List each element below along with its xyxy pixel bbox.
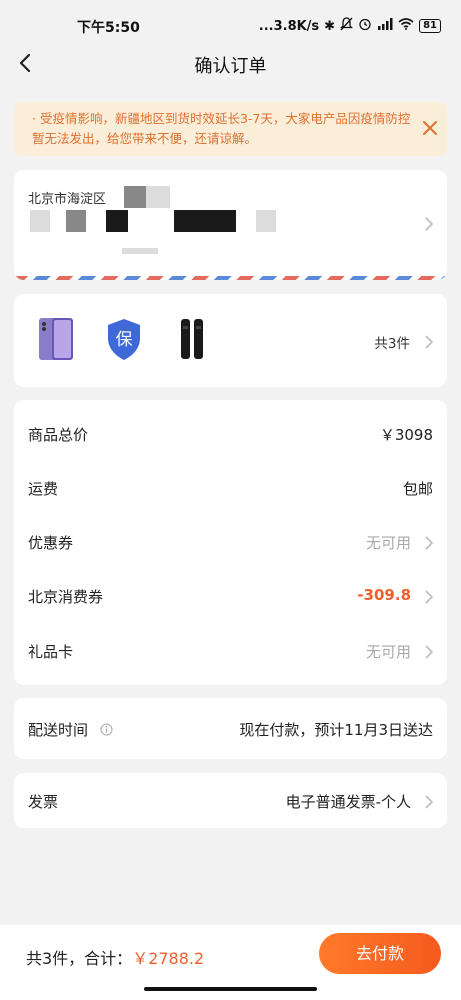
redacted-block <box>122 248 158 254</box>
delivery-time-card: 配送时间 现在付款，预计11月3日送达 <box>14 698 447 759</box>
goods-count: 共3件 <box>374 336 410 352</box>
gift-card-label: 礼品卡 <box>28 643 74 661</box>
redacted-block <box>196 210 216 232</box>
consumer-coupon-value: -309.8 <box>357 586 411 604</box>
alarm-icon <box>358 17 372 35</box>
redacted-block <box>256 210 276 232</box>
invoice-value: 电子普通发票-个人 <box>285 793 411 811</box>
address-card[interactable]: 北京市海淀区 <box>14 170 447 280</box>
insurance-shield-icon: 保 <box>104 316 144 362</box>
network-speed: ...3.8K/s <box>258 18 320 34</box>
chevron-right-icon <box>425 334 434 353</box>
status-icons: ...3.8K/s ✱ 81 <box>259 17 441 35</box>
redacted-block <box>124 186 146 208</box>
redacted-block <box>216 210 236 232</box>
chevron-right-icon <box>425 794 434 813</box>
redacted-block <box>174 210 196 232</box>
shipping-row: 运费 包邮 <box>14 460 447 514</box>
subtotal-row: 商品总价 ￥3098 <box>14 406 447 460</box>
redacted-block <box>146 186 170 208</box>
accessory-product-icon <box>172 316 212 362</box>
address-region: 北京市海淀区 <box>28 192 107 207</box>
info-icon[interactable] <box>100 721 113 740</box>
subtotal-value: ￥3098 <box>379 426 433 444</box>
svg-text:保: 保 <box>116 330 133 350</box>
notice-text: · 受疫情影响，新疆地区到货时效延长3-7天，大家电产品因疫情防控暂无法发出，给… <box>32 111 411 146</box>
redacted-block <box>66 210 86 232</box>
gift-card-value: 无可用 <box>365 643 411 661</box>
redacted-block <box>106 210 128 232</box>
chevron-right-icon <box>425 644 434 663</box>
invoice-card[interactable]: 发票 电子普通发票-个人 <box>14 773 447 828</box>
close-icon <box>423 121 437 135</box>
chevron-right-icon <box>425 216 434 235</box>
subtotal-label: 商品总价 <box>28 426 89 444</box>
coupon-label: 优惠券 <box>28 534 74 552</box>
redacted-block <box>30 210 50 232</box>
gift-card-row[interactable]: 礼品卡 无可用 <box>14 623 447 677</box>
delivery-label: 配送时间 <box>28 721 89 739</box>
airmail-border <box>14 276 447 280</box>
wifi-icon <box>398 18 414 34</box>
notice-banner: · 受疫情影响，新疆地区到货时效延长3-7天，大家电产品因疫情防控暂无法发出，给… <box>14 102 447 156</box>
status-time: 下午5:50 <box>77 20 140 36</box>
order-total: 共3件，合计：￥2788.2 <box>26 945 204 969</box>
total-prefix: 共3件，合计： <box>26 949 133 968</box>
home-indicator[interactable] <box>144 987 317 991</box>
consumer-coupon-row[interactable]: 北京消费券 -309.8 <box>14 568 447 622</box>
coupon-value: 无可用 <box>365 534 411 552</box>
shipping-value: 包邮 <box>402 480 433 498</box>
consumer-coupon-label: 北京消费券 <box>28 588 104 606</box>
bluetooth-icon: ✱ <box>324 18 336 34</box>
chevron-right-icon <box>425 535 434 554</box>
battery-icon: 81 <box>419 19 441 33</box>
signal-icon <box>377 18 393 34</box>
coupon-row[interactable]: 优惠券 无可用 <box>14 514 447 568</box>
shipping-label: 运费 <box>28 480 59 498</box>
price-summary-card: 商品总价 ￥3098 运费 包邮 优惠券 无可用 北京消费券 -309.8 礼品… <box>14 400 447 685</box>
chevron-right-icon <box>425 589 434 608</box>
mute-icon <box>340 17 354 35</box>
phone-product-icon <box>36 316 76 362</box>
delivery-value: 现在付款，预计11月3日送达 <box>239 721 433 739</box>
page-title: 确认订单 <box>194 56 267 77</box>
invoice-label: 发票 <box>28 793 59 811</box>
nav-bar: 确认订单 <box>0 40 461 86</box>
pay-button[interactable]: 去付款 <box>319 933 441 974</box>
goods-card[interactable]: 保 共3件 <box>14 294 447 387</box>
close-notice-button[interactable] <box>421 119 439 137</box>
total-amount: ￥2788.2 <box>132 949 205 968</box>
